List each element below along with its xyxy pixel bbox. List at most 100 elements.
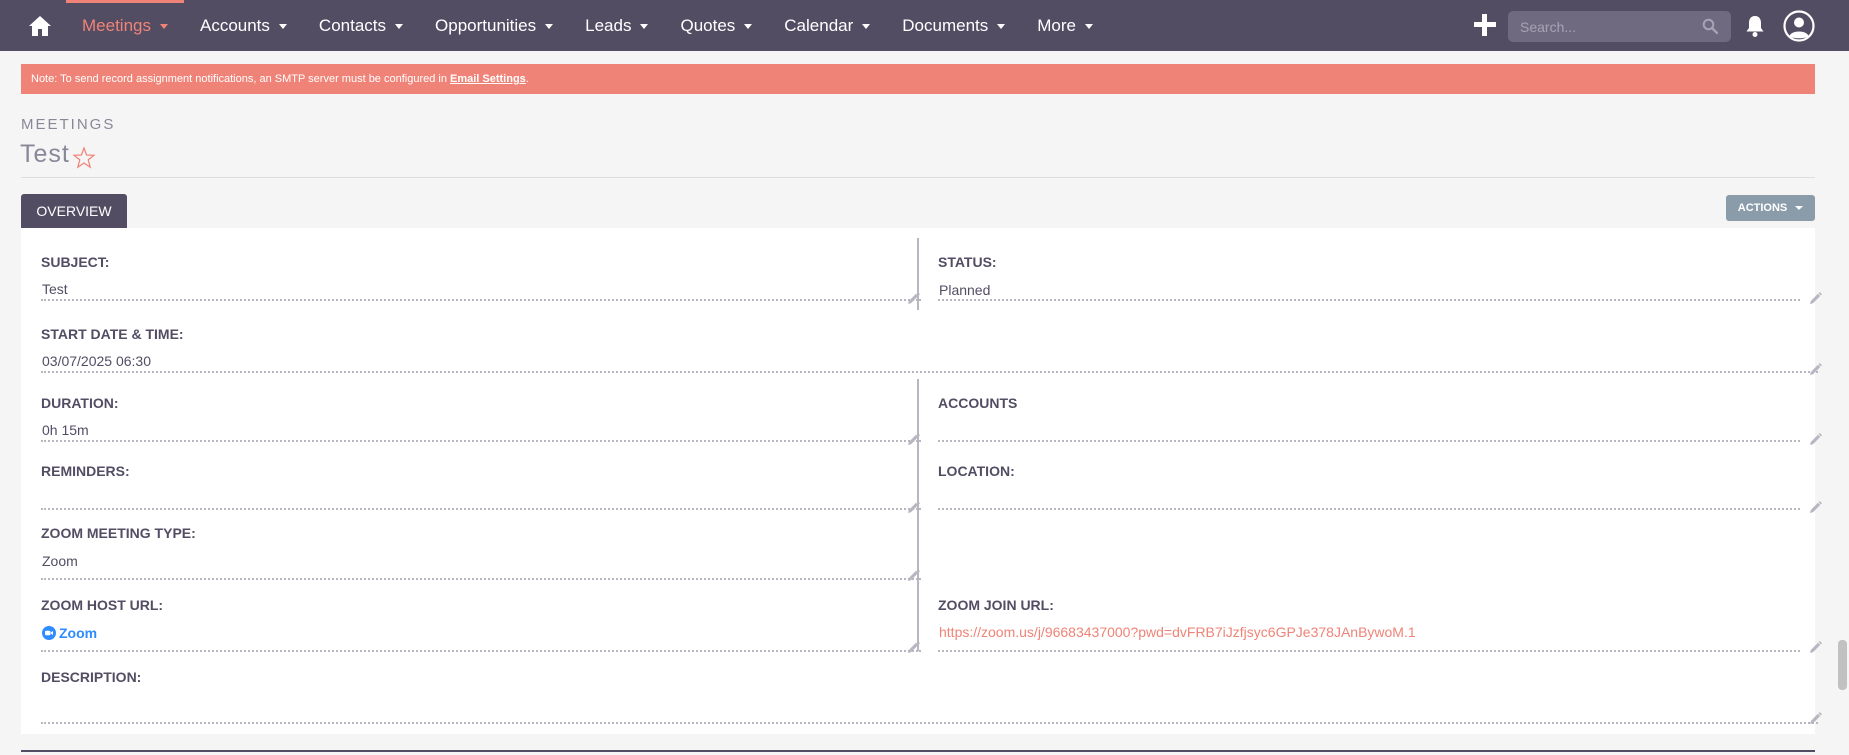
field-label: ZOOM MEETING TYPE: — [41, 525, 196, 541]
nav-item-label: Calendar — [784, 15, 854, 35]
detail-panel: SUBJECT: Test STATUS: Planned START DATE… — [21, 228, 1822, 734]
field-underline — [938, 440, 1800, 442]
favorite-star-icon[interactable] — [72, 146, 96, 170]
field-status: STATUS: Planned — [938, 254, 1818, 304]
chevron-down-icon — [862, 24, 871, 29]
field-underline — [41, 371, 1818, 373]
field-underline — [41, 650, 921, 652]
chevron-down-icon — [545, 24, 554, 29]
header-divider — [21, 177, 1815, 178]
field-zoom-meeting-type: ZOOM MEETING TYPE: Zoom — [41, 525, 921, 581]
field-label: DURATION: — [41, 395, 119, 411]
email-settings-link[interactable]: Email Settings — [450, 73, 526, 85]
field-label: LOCATION: — [938, 463, 1015, 479]
nav-item-accounts[interactable]: Accounts — [184, 0, 303, 51]
nav-item-meetings[interactable]: Meetings — [66, 0, 184, 51]
global-search-input[interactable] — [1508, 11, 1731, 42]
page-title: Test — [20, 140, 70, 168]
field-zoom-host-url: ZOOM HOST URL: Zoom — [41, 597, 921, 653]
field-duration: DURATION: 0h 15m — [41, 395, 921, 445]
chevron-down-icon — [744, 24, 753, 29]
field-underline — [41, 299, 921, 301]
chevron-down-icon — [1795, 206, 1804, 210]
field-zoom-join-url: ZOOM JOIN URL: https://zoom.us/j/9668343… — [938, 597, 1800, 653]
nav-item-contacts[interactable]: Contacts — [303, 0, 419, 51]
field-label: DESCRIPTION: — [41, 669, 142, 685]
nav-item-more[interactable]: More — [1021, 0, 1109, 51]
nav-item-label: Meetings — [82, 15, 151, 35]
zoom-host-link-text: Zoom — [59, 625, 98, 641]
field-label: SUBJECT: — [41, 254, 110, 270]
field-label: ZOOM JOIN URL: — [938, 597, 1054, 613]
edit-pencil-icon[interactable] — [1809, 641, 1822, 654]
zoom-host-link[interactable]: Zoom — [42, 625, 97, 641]
tab-overview[interactable]: OVERVIEW — [21, 194, 127, 228]
field-start-date: START DATE & TIME: 03/07/2025 06:30 — [41, 326, 1818, 376]
field-accounts: ACCOUNTS — [938, 395, 1800, 445]
field-reminders: REMINDERS: — [41, 463, 921, 513]
smtp-warning-alert: Note: To send record assignment notifica… — [21, 64, 1815, 94]
field-label: ACCOUNTS — [938, 395, 1018, 411]
actions-button[interactable]: ACTIONS — [1726, 195, 1815, 221]
chevron-down-icon — [278, 24, 287, 29]
actions-label: ACTIONS — [1737, 202, 1788, 214]
field-value: Planned — [939, 282, 991, 298]
nav-item-opportunities[interactable]: Opportunities — [419, 0, 569, 51]
home-icon[interactable] — [28, 14, 52, 38]
field-label: ZOOM HOST URL: — [41, 597, 164, 613]
chevron-down-icon — [395, 24, 404, 29]
module-menu: Meetings Accounts Contacts Opportunities Lea… — [66, 0, 1109, 51]
edit-pencil-icon[interactable] — [907, 501, 920, 514]
field-label: START DATE & TIME: — [41, 326, 184, 342]
edit-pencil-icon[interactable] — [907, 292, 920, 305]
nav-item-label: Quotes — [680, 15, 736, 35]
nav-item-label: Leads — [585, 15, 632, 35]
page-scrollbar[interactable] — [1836, 51, 1849, 691]
create-plus-icon[interactable] — [1474, 14, 1496, 36]
field-description: DESCRIPTION: — [41, 669, 1818, 725]
nav-item-leads[interactable]: Leads — [569, 0, 664, 51]
edit-pencil-icon[interactable] — [907, 433, 920, 446]
field-value: Test — [42, 281, 68, 297]
zoom-join-link[interactable]: https://zoom.us/j/96683437000?pwd=dvFRB7… — [939, 624, 1416, 640]
chevron-down-icon — [159, 24, 168, 29]
edit-pencil-icon[interactable] — [907, 641, 920, 654]
zoom-logo-icon — [42, 626, 56, 640]
field-value: 0h 15m — [42, 422, 89, 438]
edit-pencil-icon[interactable] — [1809, 433, 1822, 446]
top-navigation: Meetings Accounts Contacts Opportunities Lea… — [0, 0, 1849, 51]
field-underline — [41, 578, 921, 580]
field-underline — [938, 299, 1800, 301]
nav-item-label: Contacts — [318, 15, 387, 35]
nav-item-label: Opportunities — [435, 15, 537, 35]
chevron-down-icon — [997, 24, 1006, 29]
nav-item-label: Documents — [902, 15, 989, 35]
field-label: STATUS: — [938, 254, 997, 270]
edit-pencil-icon[interactable] — [1809, 292, 1822, 305]
scrollbar-thumb[interactable] — [1838, 640, 1847, 690]
nav-item-documents[interactable]: Documents — [886, 0, 1021, 51]
edit-pencil-icon[interactable] — [1809, 501, 1822, 514]
chevron-down-icon — [1085, 24, 1093, 29]
nav-item-quotes[interactable]: Quotes — [664, 0, 768, 51]
field-underline — [938, 508, 1800, 510]
chevron-down-icon — [640, 24, 649, 29]
module-label: MEETINGS — [21, 116, 116, 133]
nav-item-label: Accounts — [199, 15, 270, 35]
field-underline — [938, 650, 1800, 652]
field-underline — [41, 722, 1818, 724]
search-icon[interactable] — [1702, 18, 1718, 34]
nav-item-calendar[interactable]: Calendar — [768, 0, 886, 51]
alert-text: Note: To send record assignment notifica… — [31, 73, 447, 85]
user-profile-icon[interactable] — [1783, 10, 1815, 42]
field-value: 03/07/2025 06:30 — [42, 353, 151, 369]
nav-item-label: More — [1037, 15, 1076, 35]
edit-pencil-icon[interactable] — [907, 569, 920, 582]
field-location: LOCATION: — [938, 463, 1800, 513]
edit-pencil-icon[interactable] — [1809, 712, 1822, 725]
notifications-bell-icon[interactable] — [1744, 14, 1766, 38]
edit-pencil-icon[interactable] — [1809, 363, 1822, 376]
field-value: Zoom — [42, 553, 78, 569]
field-underline — [41, 440, 921, 442]
alert-suffix: . — [525, 73, 529, 85]
